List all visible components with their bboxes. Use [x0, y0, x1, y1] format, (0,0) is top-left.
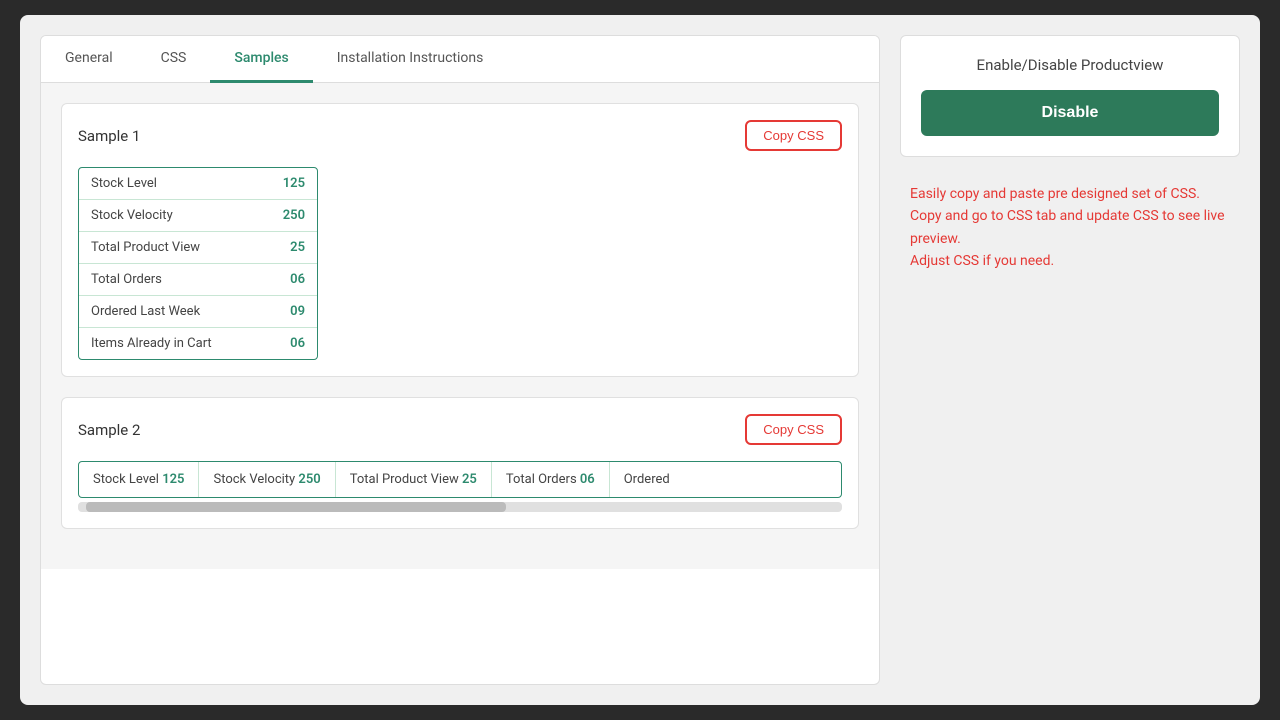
callout-text: Easily copy and paste pre designed set o…: [910, 183, 1240, 273]
callout-area: Easily copy and paste pre designed set o…: [900, 173, 1240, 283]
sample2-copy-css-button[interactable]: Copy CSS: [745, 414, 842, 445]
table-row: Total Product View 25: [79, 232, 317, 264]
sample1-title: Sample 1: [78, 127, 140, 145]
sample2-cell: Stock Level 125: [79, 462, 199, 497]
main-panel: General CSS Samples Installation Instruc…: [40, 35, 880, 685]
enable-disable-card: Enable/Disable Productview Disable: [900, 35, 1240, 157]
tab-css[interactable]: CSS: [137, 36, 211, 83]
sample1-table: Stock Level 125 Stock Velocity 250 Total…: [78, 167, 318, 360]
table-row: Items Already in Cart 06: [79, 328, 317, 359]
right-panel: Enable/Disable Productview Disable Easil…: [900, 35, 1240, 685]
sample2-header: Sample 2 Copy CSS: [78, 414, 842, 445]
tab-samples[interactable]: Samples: [210, 36, 312, 83]
sample2-card: Sample 2 Copy CSS Stock Level 125 Stock …: [61, 397, 859, 529]
table-row: Stock Level 125: [79, 168, 317, 200]
enable-disable-title: Enable/Disable Productview: [921, 56, 1219, 74]
disable-button[interactable]: Disable: [921, 90, 1219, 136]
sample1-card: Sample 1 Copy CSS Stock Level 125 Stock …: [61, 103, 859, 377]
tabs-container: General CSS Samples Installation Instruc…: [41, 36, 879, 83]
sample1-header: Sample 1 Copy CSS: [78, 120, 842, 151]
sample2-cell: Total Orders 06: [492, 462, 610, 497]
scrollbar[interactable]: [78, 502, 842, 512]
tab-general[interactable]: General: [41, 36, 137, 83]
sample2-title: Sample 2: [78, 421, 140, 439]
scrollbar-thumb[interactable]: [86, 502, 506, 512]
tab-installation[interactable]: Installation Instructions: [313, 36, 508, 83]
sample2-cell: Total Product View 25: [336, 462, 492, 497]
sample1-copy-css-button[interactable]: Copy CSS: [745, 120, 842, 151]
table-row: Ordered Last Week 09: [79, 296, 317, 328]
content-area: Sample 1 Copy CSS Stock Level 125 Stock …: [41, 83, 879, 569]
outer-container: General CSS Samples Installation Instruc…: [20, 15, 1260, 705]
sample2-cell: Ordered: [610, 462, 684, 497]
sample2-table: Stock Level 125 Stock Velocity 250 Total…: [78, 461, 842, 498]
table-row: Total Orders 06: [79, 264, 317, 296]
sample2-cell: Stock Velocity 250: [199, 462, 335, 497]
table-row: Stock Velocity 250: [79, 200, 317, 232]
sample2-scroll-container: Stock Level 125 Stock Velocity 250 Total…: [78, 461, 842, 512]
